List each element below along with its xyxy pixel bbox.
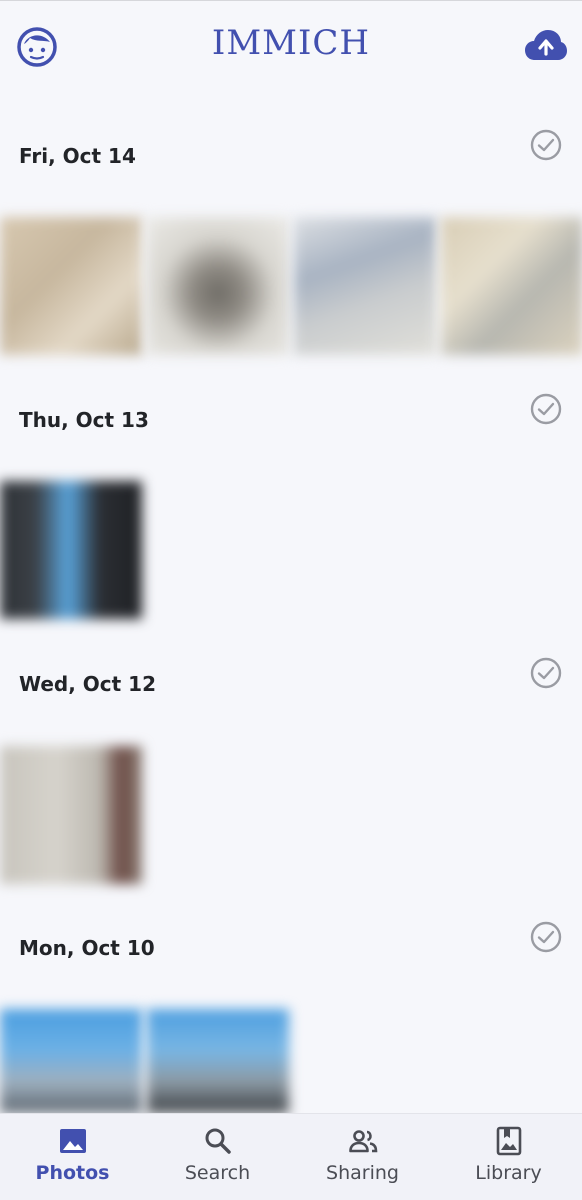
check-circle-icon	[530, 921, 562, 953]
app-title: IMMICH	[211, 23, 371, 63]
photo-thumbnail[interactable]	[147, 217, 289, 355]
photo-thumbnail[interactable]	[294, 217, 436, 355]
search-icon	[205, 1128, 231, 1154]
photo-thumbnail[interactable]	[0, 481, 142, 619]
check-circle-icon	[530, 657, 562, 689]
select-group-button[interactable]	[530, 393, 562, 425]
photo-thumbnail[interactable]	[147, 1009, 289, 1113]
date-header: Wed, Oct 12	[19, 672, 157, 696]
nav-label: Library	[475, 1162, 542, 1184]
select-group-button[interactable]	[530, 657, 562, 689]
upload-button[interactable]	[524, 27, 568, 65]
photo-thumbnail[interactable]	[0, 217, 142, 355]
nav-sharing[interactable]: Sharing	[290, 1114, 435, 1200]
check-circle-icon	[530, 393, 562, 425]
library-icon	[496, 1126, 522, 1156]
date-header: Fri, Oct 14	[19, 144, 136, 168]
app-screen: IMMICH Fri, Oct 14 Thu, Oct 13 Wed, Oct …	[0, 0, 582, 1200]
nav-label: Sharing	[326, 1162, 399, 1184]
bottom-navigation: Photos Search Sharing Library	[0, 1113, 582, 1200]
nav-photos[interactable]: Photos	[0, 1114, 145, 1200]
date-header: Thu, Oct 13	[19, 408, 149, 432]
nav-library[interactable]: Library	[436, 1114, 581, 1200]
photo-thumbnail[interactable]	[0, 746, 142, 884]
top-app-bar: IMMICH	[0, 1, 582, 91]
nav-label: Photos	[35, 1162, 110, 1184]
date-header: Mon, Oct 10	[19, 936, 155, 960]
people-icon	[349, 1130, 378, 1153]
photo-thumbnail[interactable]	[441, 217, 582, 355]
check-circle-icon	[530, 129, 562, 161]
photo-thumbnail[interactable]	[0, 1009, 142, 1113]
cloud-upload-icon	[525, 30, 567, 60]
nav-label: Search	[184, 1162, 251, 1184]
select-group-button[interactable]	[530, 129, 562, 161]
nav-search[interactable]: Search	[145, 1114, 290, 1200]
select-group-button[interactable]	[530, 921, 562, 953]
photo-icon	[60, 1129, 86, 1153]
